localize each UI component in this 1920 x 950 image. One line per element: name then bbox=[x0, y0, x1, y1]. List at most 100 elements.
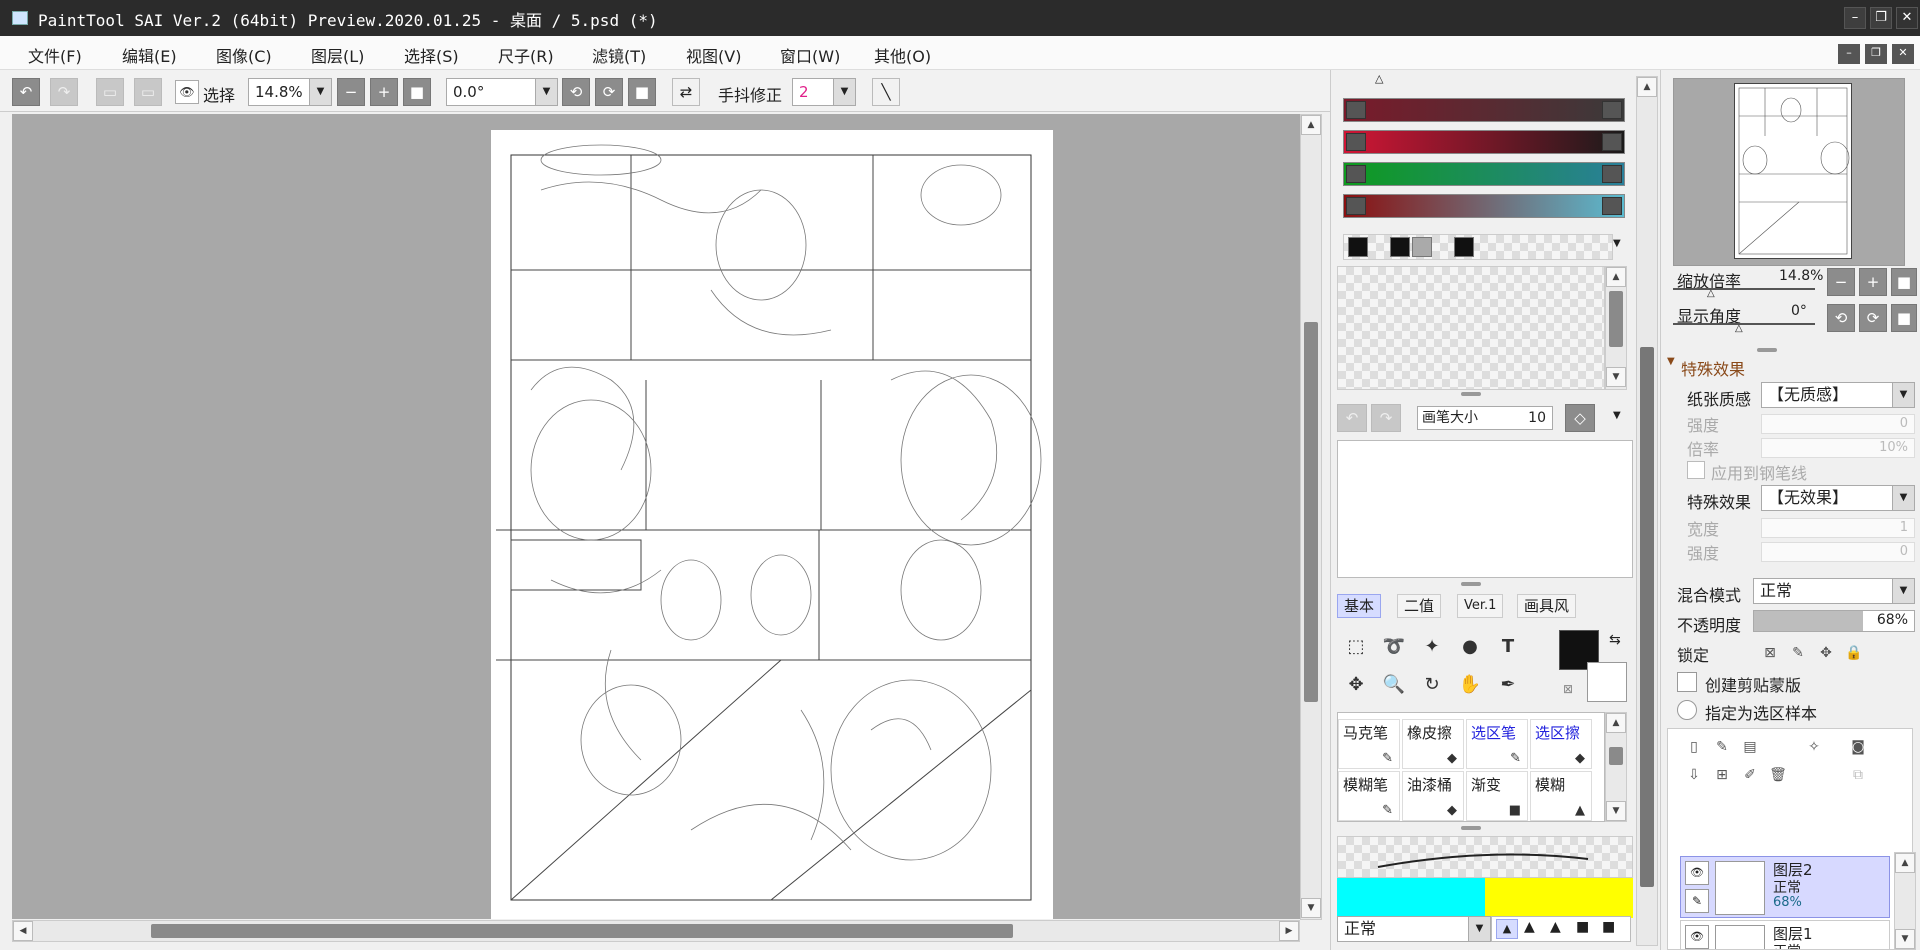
scroll-right-icon[interactable]: ▶ bbox=[1279, 921, 1299, 941]
new-layer-icon[interactable]: ▯ bbox=[1683, 736, 1705, 758]
eraser-mode-icon[interactable]: ◇ bbox=[1565, 404, 1595, 432]
selection-eye-icon[interactable]: 👁 bbox=[175, 80, 199, 104]
menu-edit[interactable]: 编辑(E) bbox=[122, 43, 177, 67]
eyedropper-icon[interactable]: ✒ bbox=[1493, 670, 1523, 700]
stabilizer-field[interactable]: 2 ▼ bbox=[792, 78, 856, 106]
brush-shape-selector[interactable]: ▲ ▲ ▲ ■ ■ bbox=[1491, 916, 1631, 942]
apply-pen-checkbox[interactable] bbox=[1687, 461, 1705, 479]
chevron-down-icon[interactable]: ▼ bbox=[1892, 383, 1914, 407]
panel-scroll-thumb[interactable] bbox=[1640, 347, 1654, 887]
scroll-up-icon[interactable]: ▲ bbox=[1606, 713, 1626, 733]
brush-bucket[interactable]: 油漆桶 ◆ bbox=[1402, 771, 1464, 821]
panel-scrollbar[interactable]: ▲ bbox=[1636, 76, 1658, 946]
chevron-down-icon[interactable]: ▼ bbox=[1613, 410, 1621, 421]
rotate-icon[interactable]: ↻ bbox=[1417, 670, 1447, 700]
chevron-down-icon[interactable]: ▼ bbox=[1892, 579, 1914, 603]
navigator-view-frame[interactable] bbox=[1734, 83, 1852, 259]
tab-basic[interactable]: 基本 bbox=[1337, 594, 1382, 618]
splitter-handle[interactable] bbox=[1461, 582, 1481, 586]
angle-pointer-icon[interactable]: △ bbox=[1735, 323, 1743, 334]
brush-blur-pen[interactable]: 模糊笔 ✎ bbox=[1338, 771, 1400, 821]
lock-paint-icon[interactable]: ✎ bbox=[1787, 642, 1809, 664]
effect-select[interactable]: 【无效果】 ▼ bbox=[1761, 485, 1915, 511]
shape-soft-icon[interactable]: ▲ bbox=[1550, 919, 1561, 935]
visibility-eye-icon[interactable]: 👁 bbox=[1685, 861, 1709, 885]
zoom-track[interactable] bbox=[1673, 288, 1815, 290]
restore-button[interactable]: ❐ bbox=[1870, 7, 1892, 29]
delete-layer-icon[interactable]: 🗑 bbox=[1767, 764, 1789, 786]
lock-transparency-icon[interactable]: ⊠ bbox=[1759, 642, 1781, 664]
effect-strength-field[interactable]: 0 bbox=[1761, 542, 1915, 562]
brush-blur[interactable]: 模糊 ▲ bbox=[1530, 771, 1592, 821]
brush-selection-eraser[interactable]: 选区擦 ◆ bbox=[1530, 719, 1592, 769]
shape-flat-icon[interactable]: ■ bbox=[1576, 919, 1589, 935]
zoom-icon[interactable]: 🔍 bbox=[1379, 670, 1409, 700]
zoom-out-button[interactable]: − bbox=[337, 78, 365, 106]
minimize-button[interactable]: – bbox=[1844, 7, 1866, 29]
layer-target-icon[interactable]: ✧ bbox=[1803, 736, 1825, 758]
tab-binary[interactable]: 二值 bbox=[1397, 594, 1442, 618]
brush-size-field[interactable]: 画笔大小 10 bbox=[1417, 406, 1553, 430]
brush-selection-pen[interactable]: 选区笔 ✎ bbox=[1466, 719, 1528, 769]
blend-mode-select[interactable]: 正常 ▼ bbox=[1753, 578, 1915, 604]
scroll-up-icon[interactable]: ▲ bbox=[1301, 115, 1321, 135]
flip-button[interactable]: ⇄ bbox=[672, 78, 700, 106]
scratchpad-thumb[interactable] bbox=[1609, 291, 1623, 347]
clear-layer-icon[interactable]: ✐ bbox=[1739, 764, 1761, 786]
scroll-down-icon[interactable]: ▼ bbox=[1606, 367, 1626, 387]
paper-strength-field[interactable]: 0 bbox=[1761, 414, 1915, 434]
splitter-handle[interactable] bbox=[1461, 392, 1481, 396]
shape-round-icon[interactable]: ▲ bbox=[1524, 919, 1535, 935]
menu-window[interactable]: 窗口(W) bbox=[780, 43, 840, 67]
layer-row[interactable]: 👁 图层1 正常 bbox=[1680, 920, 1890, 950]
hue-slider[interactable] bbox=[1343, 98, 1625, 122]
canvas-vertical-thumb[interactable] bbox=[1304, 322, 1318, 702]
menu-select[interactable]: 选择(S) bbox=[404, 43, 459, 67]
scroll-up-icon[interactable]: ▲ bbox=[1606, 267, 1626, 287]
brush-gradient[interactable]: 渐变 ■ bbox=[1466, 771, 1528, 821]
brush-list-thumb[interactable] bbox=[1609, 747, 1623, 765]
scroll-up-icon[interactable]: ▲ bbox=[1895, 853, 1915, 873]
shape-icon[interactable]: ● bbox=[1455, 632, 1485, 662]
swatch-bar[interactable] bbox=[1343, 234, 1613, 260]
clip-mask-checkbox[interactable] bbox=[1677, 672, 1697, 692]
lock-move-icon[interactable]: ✥ bbox=[1815, 642, 1837, 664]
menu-layer[interactable]: 图层(L) bbox=[311, 43, 364, 67]
straight-line-button[interactable]: ╲ bbox=[872, 78, 900, 106]
brush-undo-button[interactable]: ↶ bbox=[1337, 404, 1367, 432]
rotate-ccw-button[interactable]: ⟲ bbox=[562, 78, 590, 106]
merge-down-icon[interactable]: ⇩ bbox=[1683, 764, 1705, 786]
invert-selection-button[interactable]: ▭ bbox=[134, 78, 162, 106]
opacity-slider[interactable]: 68% bbox=[1753, 610, 1915, 632]
brush-blend-select[interactable]: 正常 ▼ bbox=[1337, 916, 1491, 942]
background-color[interactable] bbox=[1587, 662, 1627, 702]
zoom-field[interactable]: 14.8% ▼ bbox=[248, 78, 332, 106]
paper-scale-field[interactable]: 10% bbox=[1761, 438, 1915, 458]
hand-icon[interactable]: ✋ bbox=[1455, 670, 1485, 700]
scratchpad-scrollbar[interactable]: ▲ ▼ bbox=[1605, 266, 1627, 390]
splitter-handle[interactable] bbox=[1757, 348, 1777, 352]
angle-track[interactable] bbox=[1673, 323, 1815, 325]
menu-image[interactable]: 图像(C) bbox=[216, 43, 272, 67]
zoom-pointer-icon[interactable]: △ bbox=[1707, 288, 1715, 299]
tab-ver1[interactable]: Ver.1 bbox=[1457, 594, 1504, 618]
effect-width-field[interactable]: 1 bbox=[1761, 518, 1915, 538]
brush-eraser[interactable]: 橡皮擦 ◆ bbox=[1402, 719, 1464, 769]
menu-filter[interactable]: 滤镜(T) bbox=[592, 43, 646, 67]
rotate-reset-button[interactable]: ■ bbox=[628, 78, 656, 106]
nav-zoom-reset-button[interactable]: ■ bbox=[1891, 268, 1917, 296]
navigator-preview[interactable] bbox=[1673, 78, 1905, 266]
rect-select-icon[interactable]: ⬚ bbox=[1341, 632, 1371, 662]
layer-mask-icon[interactable]: ◙ bbox=[1847, 736, 1869, 758]
zoom-in-button[interactable]: + bbox=[370, 78, 398, 106]
brush-marker[interactable]: 马克笔 ✎ bbox=[1338, 719, 1400, 769]
text-icon[interactable]: T bbox=[1493, 632, 1523, 662]
swatch[interactable] bbox=[1390, 237, 1410, 257]
canvas-document[interactable] bbox=[491, 130, 1053, 919]
chevron-down-icon[interactable]: ▼ bbox=[1613, 238, 1621, 249]
shape-sharp-icon[interactable]: ▲ bbox=[1496, 919, 1518, 939]
chevron-down-icon[interactable]: ▼ bbox=[309, 79, 331, 105]
scroll-down-icon[interactable]: ▼ bbox=[1301, 898, 1321, 918]
deselect-button[interactable]: ▭ bbox=[96, 78, 124, 106]
layer-row[interactable]: 👁 ✎ 图层2 正常 68% bbox=[1680, 856, 1890, 918]
